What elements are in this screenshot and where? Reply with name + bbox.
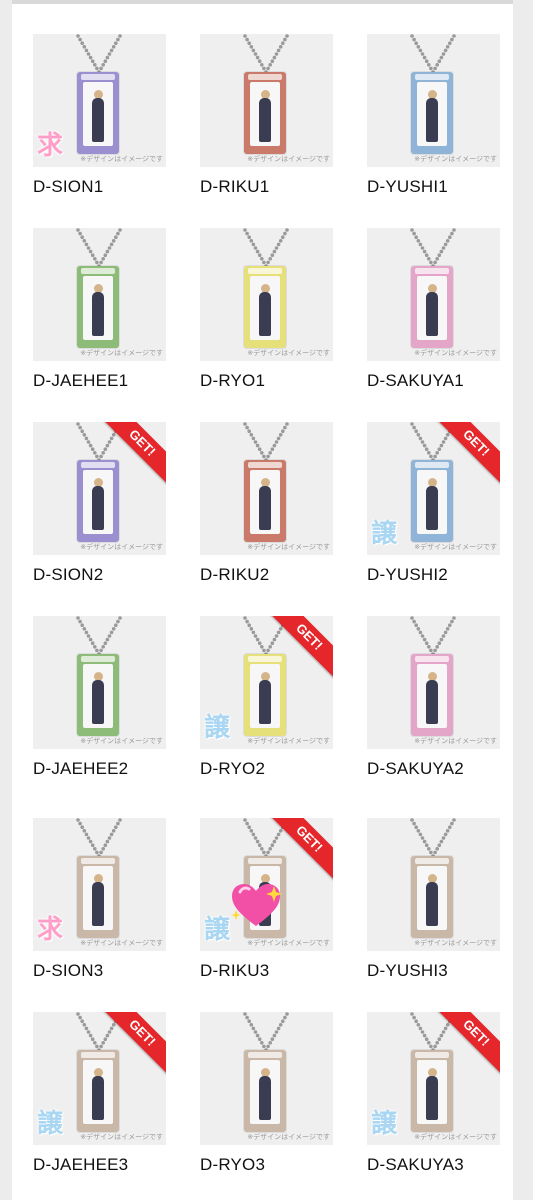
product-name[interactable]: D-RIKU1 (200, 177, 269, 197)
image-disclaimer: ※デザインはイメージです (247, 156, 330, 163)
product-name[interactable]: D-SAKUYA1 (367, 371, 464, 391)
product-image[interactable]: ※デザインはイメージです 求 (33, 34, 166, 167)
product-card[interactable]: ※デザインはイメージです D-SAKUYA1 (367, 228, 500, 390)
acrylic-keychain-image (77, 1050, 119, 1132)
product-name[interactable]: D-SION1 (33, 177, 103, 197)
image-disclaimer: ※デザインはイメージです (80, 738, 163, 745)
product-image[interactable]: ※デザインはイメージです (200, 34, 333, 167)
product-name[interactable]: D-SION2 (33, 565, 103, 585)
product-name[interactable]: D-SAKUYA2 (367, 759, 464, 779)
product-card[interactable]: ※デザインはイメージです D-RIKU1 (200, 34, 333, 196)
product-image[interactable]: ※デザインはイメージです GET! 譲 (33, 1012, 166, 1145)
product-image[interactable]: ※デザインはイメージです (367, 616, 500, 749)
acrylic-keychain-image (244, 654, 286, 736)
acrylic-keychain-image (77, 266, 119, 348)
want-stamp: 求 (37, 131, 64, 161)
product-name[interactable]: D-SION3 (33, 961, 103, 981)
product-card[interactable]: ※デザインはイメージです D-YUSHI3 (367, 818, 500, 980)
acrylic-keychain-image (411, 266, 453, 348)
image-disclaimer: ※デザインはイメージです (80, 940, 163, 947)
image-disclaimer: ※デザインはイメージです (247, 1134, 330, 1141)
product-image[interactable]: ※デザインはイメージです 求 (33, 818, 166, 951)
image-disclaimer: ※デザインはイメージです (414, 544, 497, 551)
image-disclaimer: ※デザインはイメージです (414, 1134, 497, 1141)
image-disclaimer: ※デザインはイメージです (414, 940, 497, 947)
product-image[interactable]: ※デザインはイメージです (200, 422, 333, 555)
offer-stamp: 譲 (37, 1109, 64, 1139)
product-name[interactable]: D-RIKU3 (200, 961, 269, 981)
product-name[interactable]: D-RYO3 (200, 1155, 265, 1175)
offer-stamp: 譲 (371, 519, 398, 549)
product-name[interactable]: D-YUSHI3 (367, 961, 448, 981)
product-image[interactable]: ※デザインはイメージです (367, 818, 500, 951)
product-image[interactable]: ※デザインはイメージです GET! 譲 (367, 422, 500, 555)
product-card[interactable]: ※デザインはイメージです D-JAEHEE2 (33, 616, 166, 778)
product-name[interactable]: D-JAEHEE3 (33, 1155, 128, 1175)
acrylic-keychain-image (411, 460, 453, 542)
product-card[interactable]: ※デザインはイメージです D-YUSHI1 (367, 34, 500, 196)
acrylic-keychain-image (244, 266, 286, 348)
acrylic-keychain-image (77, 856, 119, 938)
acrylic-keychain-image (411, 1050, 453, 1132)
product-name[interactable]: D-JAEHEE1 (33, 371, 128, 391)
product-card[interactable]: ※デザインはイメージです GET! 譲 D-JAEHEE3 (33, 1012, 166, 1174)
product-name[interactable]: D-RIKU2 (200, 565, 269, 585)
acrylic-keychain-image (77, 72, 119, 154)
product-image[interactable]: ※デザインはイメージです (367, 228, 500, 361)
product-image[interactable]: ※デザインはイメージです (200, 228, 333, 361)
image-disclaimer: ※デザインはイメージです (414, 156, 497, 163)
acrylic-keychain-image (77, 654, 119, 736)
product-image[interactable]: ※デザインはイメージです GET! (33, 422, 166, 555)
product-image[interactable]: ※デザインはイメージです (367, 34, 500, 167)
product-name[interactable]: D-RYO1 (200, 371, 265, 391)
image-disclaimer: ※デザインはイメージです (80, 1134, 163, 1141)
image-disclaimer: ※デザインはイメージです (247, 738, 330, 745)
image-disclaimer: ※デザインはイメージです (247, 544, 330, 551)
want-stamp: 求 (37, 915, 64, 945)
product-name[interactable]: D-RYO2 (200, 759, 265, 779)
product-name[interactable]: D-YUSHI2 (367, 565, 448, 585)
product-card[interactable]: ※デザインはイメージです 求 D-SION3 (33, 818, 166, 980)
offer-stamp: 譲 (371, 1109, 398, 1139)
offer-stamp: 譲 (204, 713, 231, 743)
product-card[interactable]: ※デザインはイメージです GET! 譲 D-YUSHI2 (367, 422, 500, 584)
acrylic-keychain-image (244, 72, 286, 154)
product-card[interactable]: ※デザインはイメージです D-SAKUYA2 (367, 616, 500, 778)
image-disclaimer: ※デザインはイメージです (414, 738, 497, 745)
acrylic-keychain-image (77, 460, 119, 542)
product-image[interactable]: ※デザインはイメージです GET! 譲 (367, 1012, 500, 1145)
product-name[interactable]: D-YUSHI1 (367, 177, 448, 197)
product-grid-panel: ※デザインはイメージです求 D-SION1 ※デザインはイメージです D-RIKU1 ※… (12, 0, 513, 1200)
product-card[interactable]: ※デザインはイメージです D-RYO3 (200, 1012, 333, 1174)
product-card[interactable]: ※デザインはイメージです GET! 譲 D-RIKU3 (200, 818, 333, 980)
product-card[interactable]: ※デザインはイメージです 求 D-SION1 (33, 34, 166, 196)
product-card[interactable]: ※デザインはイメージです GET! 譲 D-SAKUYA3 (367, 1012, 500, 1174)
product-image[interactable]: ※デザインはイメージです (33, 616, 166, 749)
image-disclaimer: ※デザインはイメージです (80, 544, 163, 551)
product-image[interactable]: ※デザインはイメージです (200, 1012, 333, 1145)
acrylic-keychain-image (411, 72, 453, 154)
acrylic-keychain-image (411, 654, 453, 736)
top-divider (12, 0, 513, 4)
product-card[interactable]: ※デザインはイメージです D-RIKU2 (200, 422, 333, 584)
product-name[interactable]: D-SAKUYA3 (367, 1155, 464, 1175)
acrylic-keychain-image (244, 460, 286, 542)
product-image[interactable]: ※デザインはイメージです GET! 譲 (200, 616, 333, 749)
image-disclaimer: ※デザインはイメージです (247, 350, 330, 357)
sparkling-heart-icon (231, 884, 282, 926)
image-disclaimer: ※デザインはイメージです (80, 156, 163, 163)
product-card[interactable]: ※デザインはイメージです GET! D-SION2 (33, 422, 166, 584)
product-image[interactable]: ※デザインはイメージです GET! 譲 (200, 818, 333, 951)
product-card[interactable]: ※デザインはイメージです D-JAEHEE1 (33, 228, 166, 390)
image-disclaimer: ※デザインはイメージです (80, 350, 163, 357)
product-image[interactable]: ※デザインはイメージです (33, 228, 166, 361)
product-card[interactable]: ※デザインはイメージです D-RYO1 (200, 228, 333, 390)
product-card[interactable]: ※デザインはイメージです GET! 譲 D-RYO2 (200, 616, 333, 778)
image-disclaimer: ※デザインはイメージです (414, 350, 497, 357)
offer-stamp: 譲 (204, 915, 231, 945)
acrylic-keychain-image (411, 856, 453, 938)
acrylic-keychain-image (244, 1050, 286, 1132)
product-name[interactable]: D-JAEHEE2 (33, 759, 128, 779)
image-disclaimer: ※デザインはイメージです (247, 940, 330, 947)
